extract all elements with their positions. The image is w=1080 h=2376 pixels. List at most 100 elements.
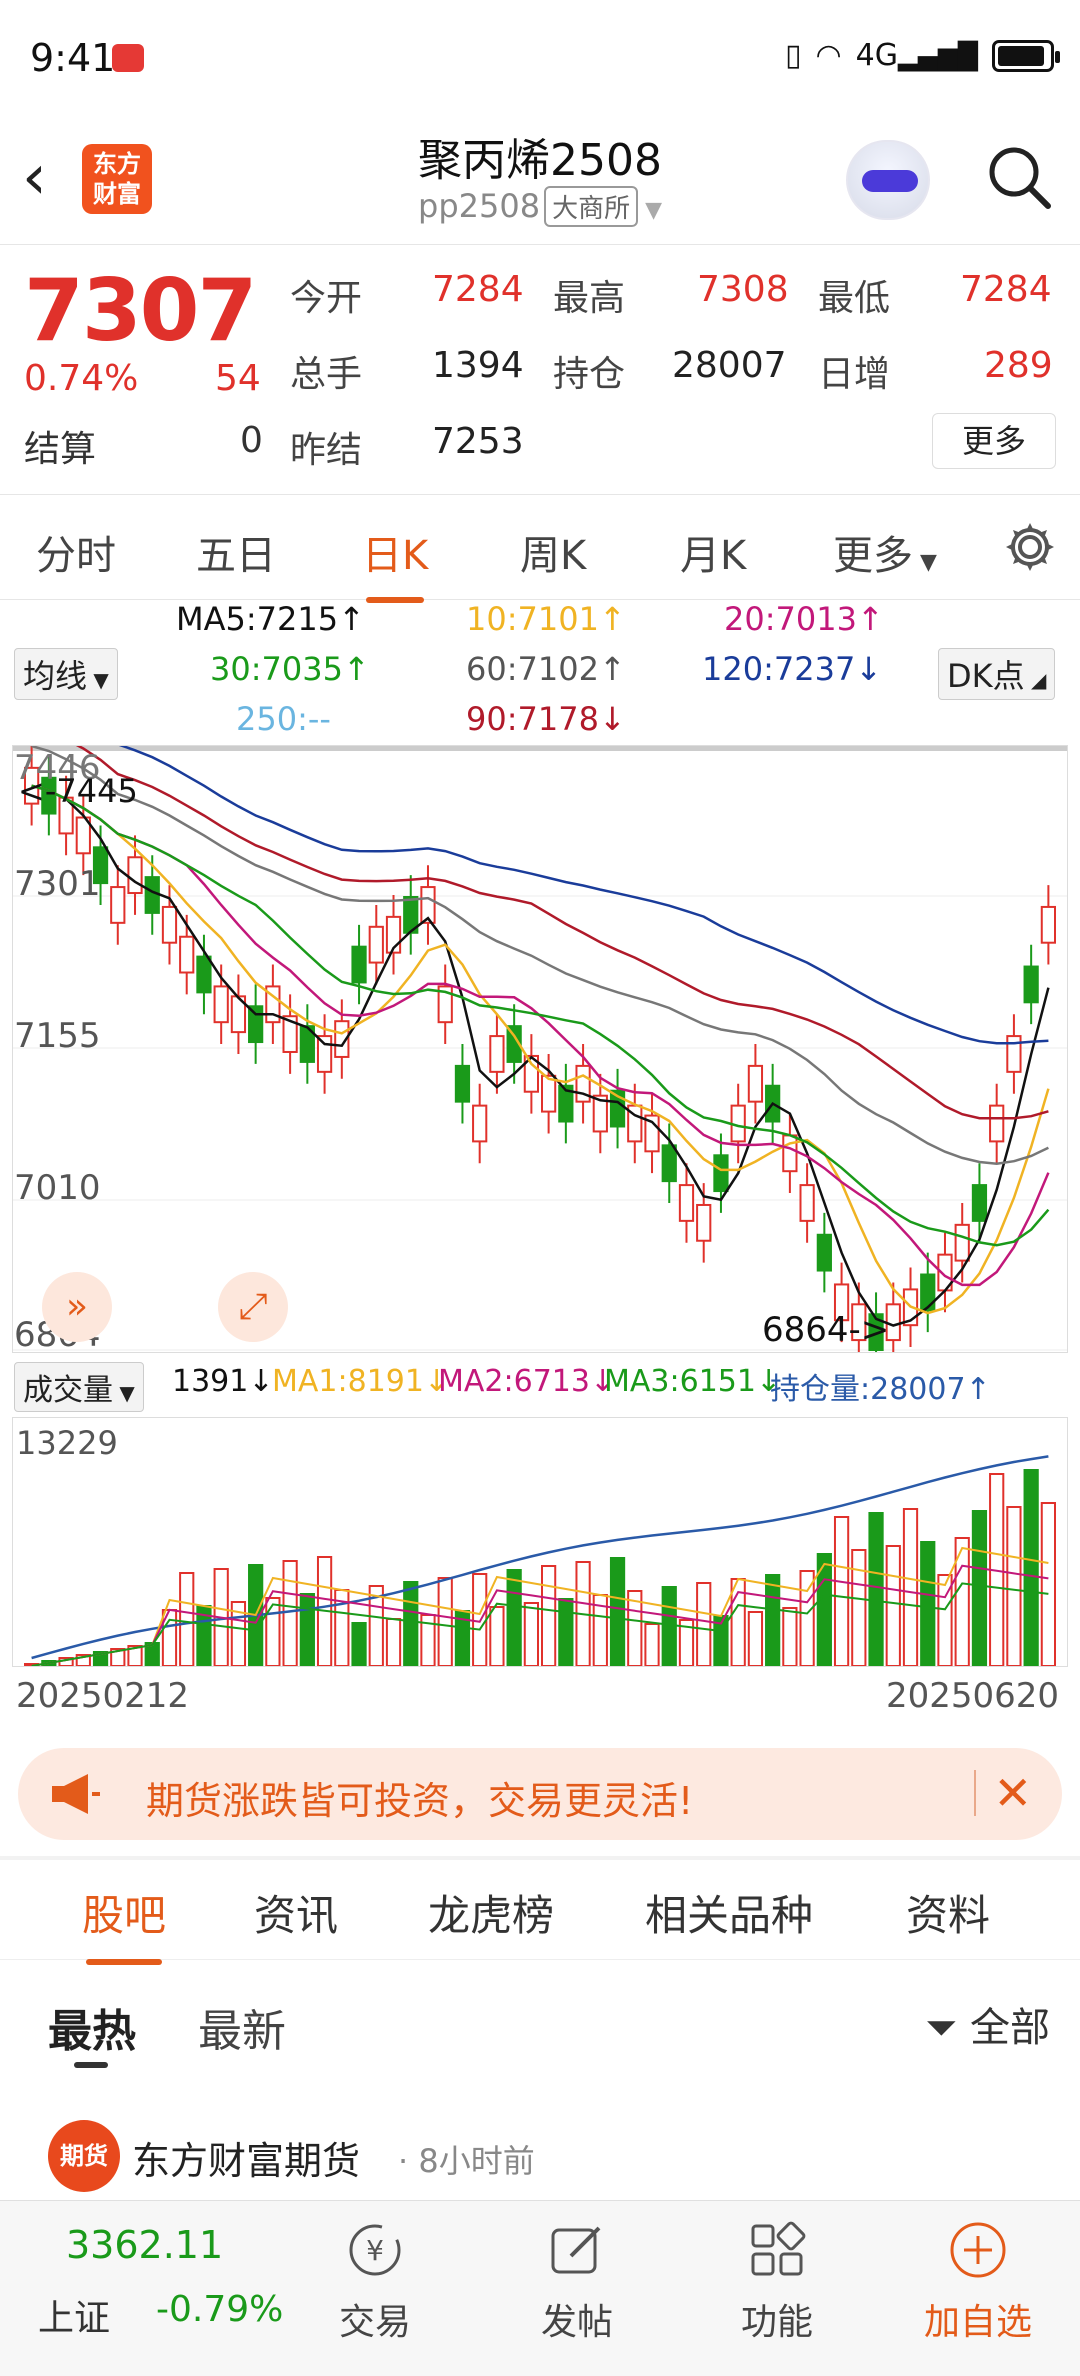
change-percent: 0.74% [24,358,139,399]
promo-banner[interactable]: 期货涨跌皆可投资，交易更灵活! ✕ [18,1748,1062,1840]
volume-bar [179,1572,195,1667]
caret-down-icon: ▼ [913,550,937,575]
tab-forum[interactable]: 股吧 [82,1882,166,1965]
candle-body [351,945,367,984]
status-bar: 9:41 ▯ ◠ 4G▂▄▆█ [0,0,1080,110]
low-value: 7284 [960,269,1052,310]
change-value: 54 [215,358,261,399]
volume-bar [265,1597,281,1667]
signal-icon: 4G▂▄▆█ [855,38,978,73]
tab-weekly-k[interactable]: 周K [520,523,586,581]
candle-body [920,1273,936,1312]
volume-selector[interactable]: 成交量 ▼ [14,1362,144,1412]
gear-icon[interactable] [1002,519,1058,575]
candle-body [678,1184,695,1222]
contract-code: pp2508 [418,187,541,225]
volume-bar [1040,1502,1057,1667]
dk-point-toggle[interactable]: DK点 ◢ [938,648,1056,700]
candle-body [161,905,178,944]
candle-body [954,1223,970,1262]
kline-canvas [13,695,1067,1372]
banner-text: 期货涨跌皆可投资，交易更灵活! [146,1779,694,1823]
sort-hot[interactable]: 最热 [48,1995,136,2059]
svg-text:¥: ¥ [366,2234,384,2267]
fullscreen-icon[interactable]: ⤢ [218,1272,288,1342]
candle-body [1023,965,1039,1004]
candle-body [696,1203,712,1242]
sort-new[interactable]: 最新 [198,1995,286,2059]
app-header: ‹ 东方 财富 聚丙烯2508 pp2508 大商所 ▼ [0,110,1080,245]
candle-body [782,1134,798,1173]
volume-bar [558,1598,574,1667]
volume-value: 1394 [432,345,524,386]
prev-settle-value: 7253 [432,421,524,462]
candle-body [1006,1035,1022,1073]
ma20-label: 20:7013↑ [724,600,884,638]
volume-bar [351,1622,367,1667]
tab-related[interactable]: 相关品种 [645,1882,813,1943]
tab-monthly-k[interactable]: 月K [680,523,746,581]
candle-body [661,1144,677,1183]
daily-increase-value: 289 [984,345,1053,386]
more-quote-button[interactable]: 更多 [932,413,1056,469]
candle-body [179,935,195,974]
post-author[interactable]: 东方财富期货 [132,2130,360,2185]
ma250-label: 250:-- [236,700,331,738]
grid-icon [707,2211,847,2289]
tab-intraday[interactable]: 分时 [36,523,116,581]
volume-bar [833,1516,850,1667]
tab-daily-k[interactable]: 日K [362,523,428,603]
community-tabs: 股吧 资讯 龙虎榜 相关品种 资料 [0,1860,1080,1965]
period-tabs: 分时 五日 日K 周K 月K 更多 ▼ [0,495,1080,603]
close-icon[interactable]: ✕ [993,1766,1032,1820]
volume-bar [1023,1469,1039,1667]
volume-bar [902,1508,919,1667]
volume-bar [299,1593,315,1667]
volume-bar [403,1581,419,1667]
avatar[interactable]: 期货 [48,2120,120,2192]
nav-add-watchlist[interactable]: 加自选 [908,2211,1048,2345]
index-change: -0.79% [156,2289,284,2330]
candle-body [816,1233,832,1272]
candle-body [472,1104,488,1143]
ai-assistant-avatar[interactable] [846,140,930,220]
index-name: 上证 [38,2298,111,2339]
yuan-exchange-icon: ¥ [305,2211,445,2289]
ma-line [31,784,1050,1327]
ma-line [31,695,1049,1045]
exchange-tag: 大商所 [544,186,639,227]
filter-icon: ⏷ [925,2005,958,2051]
volume-bar [782,1607,798,1667]
kline-chart[interactable] [12,695,1068,1372]
caret-down-icon: ▼ [638,198,662,223]
tab-profile[interactable]: 资料 [906,1882,990,1943]
notification-app-icon [112,44,144,72]
open-interest-series: 持仓量:28007↑ [770,1372,991,1407]
tab-five-day[interactable]: 五日 [196,523,276,581]
volume-chart[interactable] [12,1417,1068,1667]
volume-ma3: MA3:6151↓ [604,1364,782,1399]
candle-body [248,1005,264,1044]
candle-body [454,1064,471,1103]
nav-functions[interactable]: 功能 [707,2211,847,2345]
volume-bar [523,1602,539,1667]
open-interest-label: 持仓 [553,354,626,395]
volume-bar [282,1560,298,1667]
nav-trade[interactable]: ¥ 交易 [305,2211,445,2345]
volume-bar [506,1569,522,1667]
tab-news[interactable]: 资讯 [254,1882,338,1943]
volume-bar [885,1545,901,1667]
tab-more[interactable]: 更多 ▼ [833,523,937,581]
volume-label: 总手 [290,354,363,395]
indicator-selector[interactable]: 均线 ▼ [14,648,118,700]
volume-bar [437,1577,453,1667]
filter-button[interactable]: ⏷ 全部 [925,1995,1050,2053]
tab-dragon-tiger[interactable]: 龙虎榜 [428,1882,554,1943]
high-label: 最高 [553,278,626,319]
open-value: 7284 [432,269,524,310]
nav-post[interactable]: 发帖 [507,2211,647,2345]
search-icon[interactable] [984,142,1054,212]
expand-panel-icon[interactable]: » [42,1272,112,1342]
candle-body [713,1154,729,1193]
settle-value: 0 [240,420,263,461]
